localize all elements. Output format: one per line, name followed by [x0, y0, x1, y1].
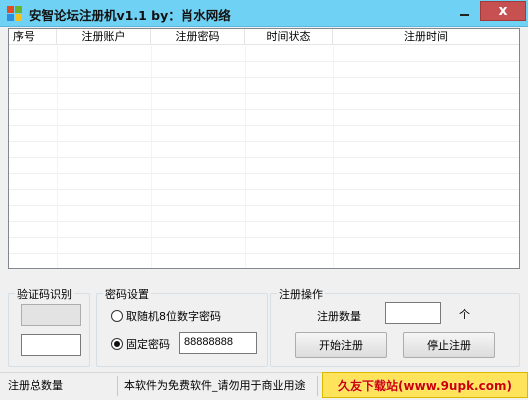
random-password-option[interactable]: 取随机8位数字密码: [111, 308, 221, 324]
fixed-password-input[interactable]: 88888888: [179, 332, 257, 354]
random-password-label: 取随机8位数字密码: [126, 310, 221, 323]
start-register-button[interactable]: 开始注册: [295, 332, 387, 358]
radio-fixed[interactable]: [111, 338, 123, 350]
register-group-title: 注册操作: [277, 286, 325, 302]
column-divider: [333, 46, 334, 268]
register-group: 注册操作 注册数量 个 开始注册 停止注册: [270, 286, 520, 367]
app-logo-icon: [7, 6, 23, 22]
column-header-password[interactable]: 注册密码: [151, 29, 245, 45]
captcha-group: 验证码识别: [8, 286, 90, 367]
minimize-button[interactable]: [451, 1, 478, 21]
window-title: 安智论坛注册机v1.1 by：肖水网络: [29, 8, 231, 23]
watermark-banner: 久友下载站(www.9upk.com): [322, 372, 528, 398]
count-input[interactable]: [385, 302, 441, 324]
password-group-title: 密码设置: [103, 286, 151, 302]
count-label: 注册数量: [317, 310, 361, 323]
main-panel: 序号 注册账户 注册密码 时间状态 注册时间 验证码识别 密码设置 取随机8位数…: [0, 27, 528, 400]
radio-random[interactable]: [111, 310, 123, 322]
fixed-password-option[interactable]: 固定密码: [111, 336, 170, 352]
fixed-password-label: 固定密码: [126, 338, 170, 351]
list-header: 序号 注册账户 注册密码 时间状态 注册时间: [9, 29, 519, 45]
status-notice: 本软件为免费软件_请勿用于商业用途: [118, 376, 318, 396]
captcha-image: [21, 304, 81, 326]
list-body: [9, 46, 519, 268]
registration-list[interactable]: 序号 注册账户 注册密码 时间状态 注册时间: [8, 28, 520, 269]
column-header-time[interactable]: 注册时间: [333, 29, 519, 45]
count-unit: 个: [459, 308, 470, 321]
column-divider: [245, 46, 246, 268]
column-header-status[interactable]: 时间状态: [245, 29, 333, 45]
status-total: 注册总数量: [2, 376, 118, 396]
title-bar[interactable]: 安智论坛注册机v1.1 by：肖水网络 x: [0, 0, 528, 27]
column-header-account[interactable]: 注册账户: [57, 29, 151, 45]
password-group: 密码设置 取随机8位数字密码 固定密码 88888888: [96, 286, 268, 367]
stop-register-button[interactable]: 停止注册: [403, 332, 495, 358]
captcha-group-title: 验证码识别: [15, 286, 74, 302]
captcha-input[interactable]: [21, 334, 81, 356]
column-divider: [57, 46, 58, 268]
close-button[interactable]: x: [480, 1, 526, 21]
column-header-index[interactable]: 序号: [9, 29, 57, 45]
column-divider: [151, 46, 152, 268]
